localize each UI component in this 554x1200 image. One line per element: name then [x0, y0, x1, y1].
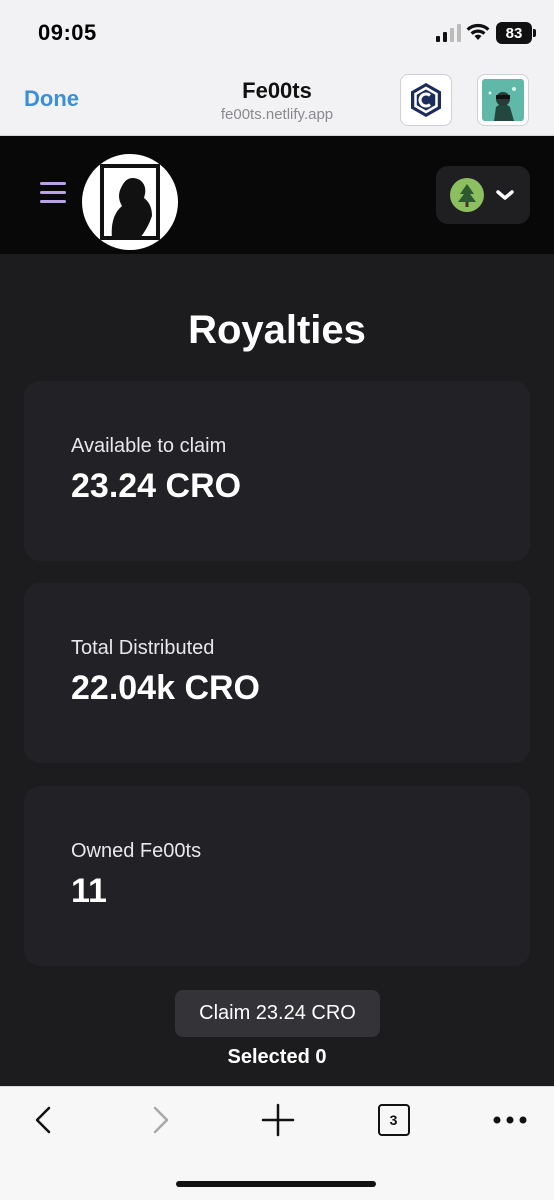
owned-fe00ts-card: Owned Fe00ts 11 [24, 786, 530, 966]
more-icon[interactable] [490, 1103, 530, 1137]
hamburger-menu-icon[interactable] [40, 182, 66, 204]
card-label: Owned Fe00ts [71, 840, 202, 862]
new-tab-icon[interactable] [260, 1103, 296, 1137]
browser-header: Done Fe00ts fe00ts.netlify.app [0, 62, 554, 136]
forward-icon[interactable] [146, 1103, 176, 1137]
account-dropdown-button[interactable] [436, 166, 530, 224]
royalties-page: Royalties Available to claim 23.24 CRO T… [0, 254, 554, 1086]
signal-icon [436, 24, 461, 42]
back-icon[interactable] [28, 1103, 58, 1137]
browser-toolbar: 3 [0, 1086, 554, 1200]
fe00ts-logo[interactable] [82, 154, 178, 250]
status-bar: 09:05 83 [0, 0, 554, 62]
tabs-count: 3 [377, 1104, 410, 1136]
wifi-icon [466, 23, 490, 40]
site-title: Fe00ts [242, 78, 312, 103]
crypto-com-button[interactable] [400, 74, 452, 126]
page-title: Royalties [188, 308, 366, 352]
crypto-com-icon [411, 83, 441, 117]
total-distributed-card: Total Distributed 22.04k CRO [24, 583, 530, 763]
selected-count: Selected 0 [227, 1046, 327, 1068]
battery-level: 83 [505, 24, 523, 42]
card-value: 22.04k CRO [71, 669, 260, 707]
card-value: 11 [71, 872, 107, 910]
card-label: Available to claim [71, 435, 227, 457]
site-navbar [0, 136, 554, 254]
logo-silhouette [100, 164, 160, 240]
card-label: Total Distributed [71, 637, 215, 659]
status-time: 09:05 [38, 20, 97, 45]
card-value: 23.24 CRO [71, 467, 242, 505]
user-avatar-button[interactable] [477, 74, 529, 126]
user-nft-avatar-icon [482, 79, 524, 121]
site-url: fe00ts.netlify.app [220, 106, 334, 123]
claim-button[interactable]: Claim 23.24 CRO [175, 990, 380, 1037]
home-indicator [176, 1181, 376, 1187]
battery-icon: 83 [496, 22, 536, 44]
tree-avatar-icon [450, 178, 484, 212]
chevron-down-icon [496, 190, 514, 200]
tabs-icon[interactable]: 3 [377, 1103, 410, 1137]
available-to-claim-card: Available to claim 23.24 CRO [24, 381, 530, 561]
